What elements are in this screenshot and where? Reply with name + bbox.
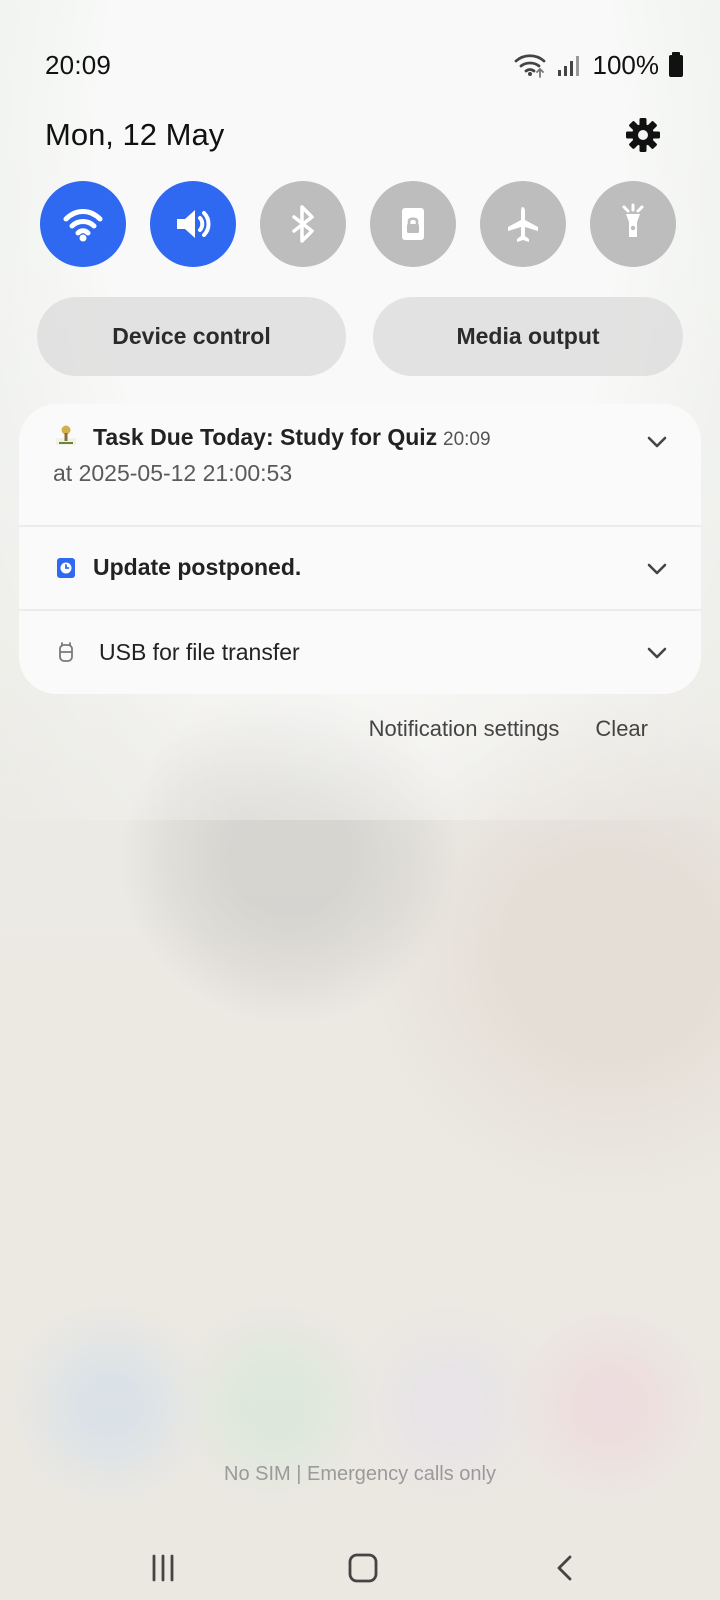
wifi-toggle[interactable] bbox=[40, 181, 126, 267]
wifi-icon bbox=[514, 54, 545, 78]
rotation-lock-toggle[interactable] bbox=[370, 181, 456, 267]
chevron-down-icon[interactable] bbox=[643, 428, 671, 456]
media-output-button[interactable]: Media output bbox=[373, 297, 683, 376]
airplane-icon bbox=[508, 207, 538, 242]
back-icon bbox=[557, 1555, 572, 1581]
chevron-down-icon[interactable] bbox=[643, 639, 671, 667]
status-bar: 20:09 100% bbox=[0, 0, 720, 110]
device-control-button[interactable]: Device control bbox=[37, 297, 346, 376]
panel-pill-buttons: Device control Media output bbox=[37, 297, 683, 376]
date-label: Mon, 12 May bbox=[45, 117, 225, 152]
task-notification[interactable]: Task Due Today: Study for Quiz 20:09 at … bbox=[19, 404, 701, 525]
sound-toggle[interactable] bbox=[150, 181, 236, 267]
airplane-toggle[interactable] bbox=[480, 181, 566, 267]
battery-icon bbox=[669, 52, 683, 77]
usb-notification[interactable]: USB for file transfer bbox=[19, 609, 701, 694]
notification-title: Task Due Today: Study for Quiz bbox=[93, 424, 438, 450]
bluetooth-toggle[interactable] bbox=[260, 181, 346, 267]
notification-settings-button[interactable]: Notification settings bbox=[369, 716, 560, 742]
flashlight-icon bbox=[622, 203, 644, 237]
navigation-bar bbox=[0, 1536, 720, 1600]
home-icon bbox=[348, 1553, 378, 1583]
system-update-icon bbox=[57, 558, 75, 578]
rotation-lock-icon bbox=[402, 208, 424, 240]
notification-body: at 2025-05-12 21:00:53 bbox=[53, 460, 293, 486]
quick-settings bbox=[40, 181, 680, 267]
flashlight-toggle[interactable] bbox=[590, 181, 676, 267]
volume-icon bbox=[177, 210, 211, 238]
notification-panel-actions: Notification settings Clear bbox=[369, 716, 648, 742]
battery-percentage: 100% bbox=[592, 49, 660, 80]
home-button[interactable] bbox=[331, 1536, 395, 1600]
usb-icon bbox=[59, 642, 73, 662]
notification-group: Task Due Today: Study for Quiz 20:09 at … bbox=[19, 404, 701, 694]
carrier-status: No SIM | Emergency calls only bbox=[224, 1463, 496, 1485]
task-app-icon bbox=[56, 425, 76, 445]
notification-title: USB for file transfer bbox=[99, 639, 300, 665]
recent-apps-button[interactable] bbox=[131, 1536, 195, 1600]
signal-icon bbox=[557, 56, 579, 76]
status-icons: 100% bbox=[513, 48, 686, 82]
gear-icon[interactable] bbox=[624, 116, 662, 154]
wifi-icon bbox=[63, 209, 103, 242]
bluetooth-icon bbox=[292, 205, 314, 243]
recent-apps-icon bbox=[152, 1554, 174, 1582]
clear-button[interactable]: Clear bbox=[595, 716, 648, 742]
notification-time: 20:09 bbox=[443, 429, 491, 450]
update-notification[interactable]: Update postponed. bbox=[19, 525, 701, 611]
back-button[interactable] bbox=[533, 1536, 597, 1600]
notification-title: Update postponed. bbox=[93, 554, 302, 580]
status-time: 20:09 bbox=[45, 50, 112, 80]
chevron-down-icon[interactable] bbox=[643, 555, 671, 583]
